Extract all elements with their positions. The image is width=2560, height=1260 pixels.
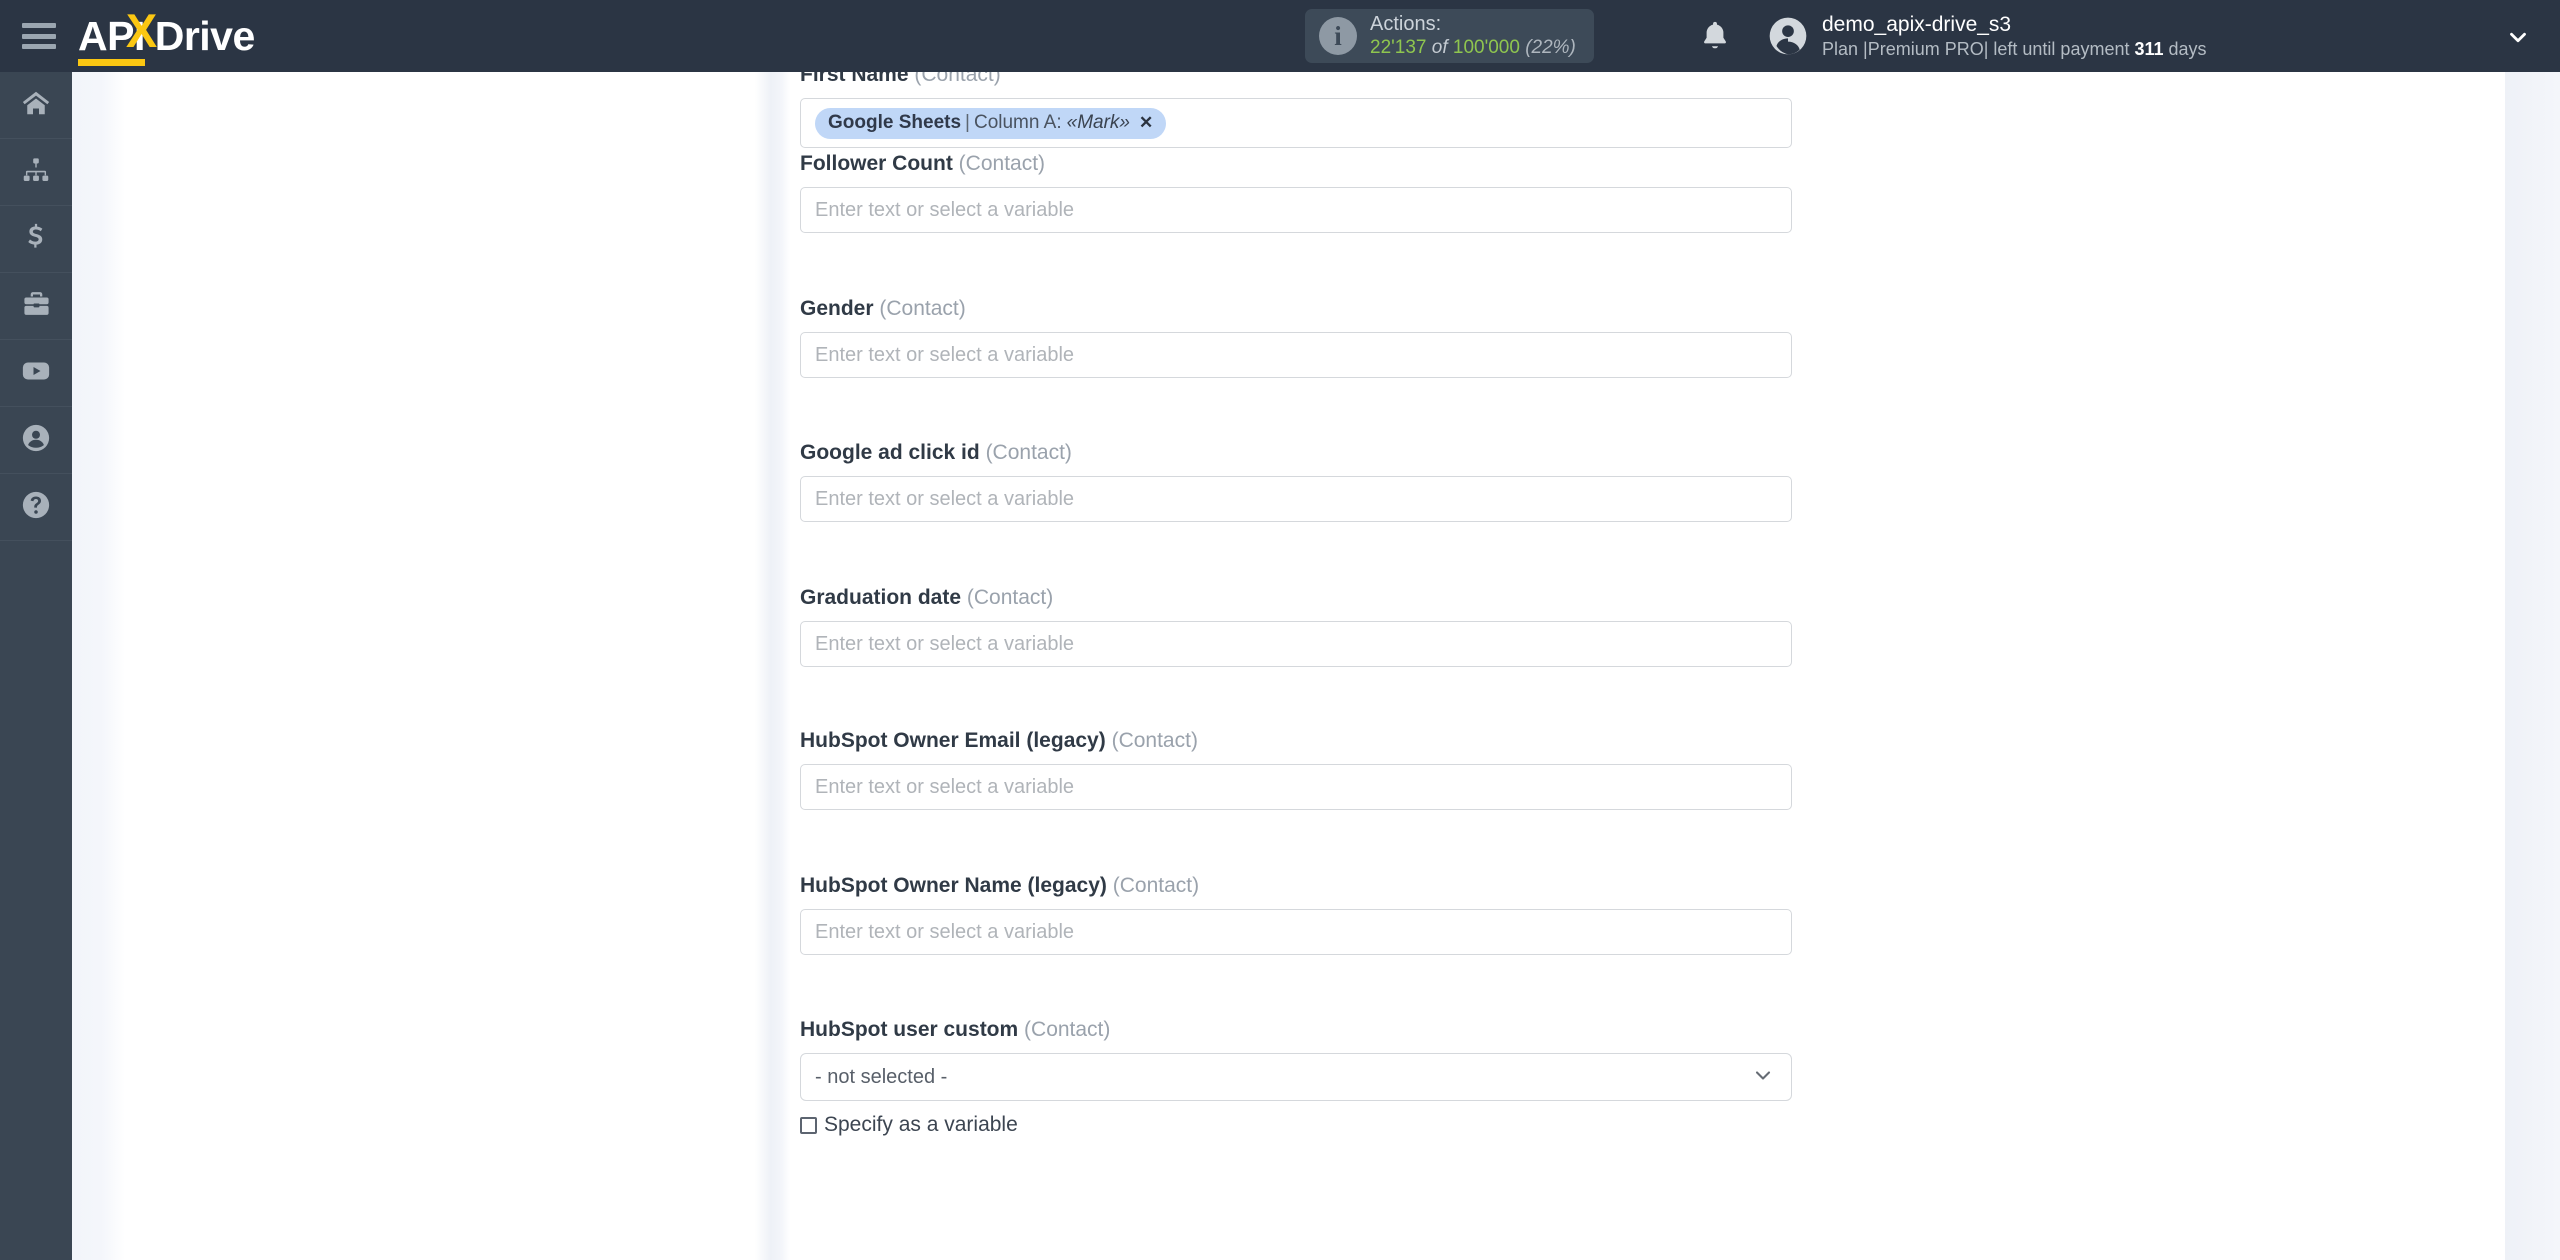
briefcase-icon (22, 289, 51, 323)
hubspot-user-custom-select[interactable]: - not selected - (800, 1053, 1792, 1101)
bell-icon[interactable] (1697, 18, 1733, 54)
variable-tag[interactable]: Google Sheets | Column A: «Mark» ✕ (815, 107, 1167, 139)
left-content-column (125, 72, 755, 1260)
chevron-down-icon[interactable] (2505, 24, 2531, 50)
left-gradient-strip (72, 72, 125, 1260)
field-label-text: HubSpot Owner Email (legacy) (800, 729, 1106, 752)
account-info[interactable]: demo_apix-drive_s3 Plan |Premium PRO| le… (1822, 12, 2207, 61)
actions-quota-box[interactable]: i Actions: 22'137 of 100'000 (22%) (1305, 9, 1594, 63)
tag-separator: | (965, 112, 970, 133)
field-label-text: HubSpot Owner Name (legacy) (800, 874, 1107, 897)
apix-drive-logo[interactable]: API X Drive (78, 4, 256, 66)
sidebar-item-connections[interactable] (0, 139, 72, 206)
field-label: HubSpot Owner Name (legacy) (Contact) (800, 875, 1792, 896)
actions-quota-text: Actions: 22'137 of 100'000 (22%) (1370, 13, 1576, 59)
select-selected-value: - not selected - (815, 1065, 948, 1088)
actions-of: of (1431, 36, 1448, 58)
field-label-text: Google ad click id (800, 441, 980, 464)
graduation-date-input[interactable]: Enter text or select a variable (800, 621, 1792, 667)
account-name: demo_apix-drive_s3 (1822, 13, 2012, 36)
field-object: (Contact) (1024, 1018, 1111, 1041)
gender-input[interactable]: Enter text or select a variable (800, 332, 1792, 378)
field-object: (Contact) (1112, 874, 1200, 897)
tag-value: «Mark» (1066, 112, 1130, 133)
field-label-text: Follower Count (800, 152, 953, 175)
field-hubspot-user-custom: HubSpot user custom (Contact) - not sele… (800, 1019, 1792, 1137)
info-icon: i (1319, 17, 1357, 55)
input-placeholder: Enter text or select a variable (815, 343, 1075, 366)
input-placeholder: Enter text or select a variable (815, 487, 1075, 510)
field-label-text: Graduation date (800, 586, 962, 609)
logo-x: X (125, 4, 157, 57)
field-object: (Contact) (985, 441, 1072, 464)
actions-values: 22'137 of 100'000 (22%) (1370, 37, 1576, 59)
input-placeholder: Enter text or select a variable (815, 775, 1075, 798)
field-label-text: HubSpot user custom (800, 1018, 1019, 1041)
tag-source: Google Sheets (828, 112, 962, 133)
top-header: API X Drive i Actions: 22'137 of 100'000… (0, 0, 2560, 72)
sidebar-item-video[interactable] (0, 340, 72, 407)
field-object: (Contact) (1111, 729, 1198, 752)
field-follower-count: Follower Count (Contact) Enter text or s… (800, 153, 1792, 233)
hubspot-owner-email-input[interactable]: Enter text or select a variable (800, 764, 1792, 810)
sidebar-item-billing[interactable] (0, 206, 72, 273)
specify-as-variable-checkbox[interactable] (800, 1116, 817, 1134)
user-circle-icon[interactable] (1768, 16, 1808, 56)
input-placeholder: Enter text or select a variable (815, 920, 1075, 943)
hamburger-bar (22, 23, 56, 28)
sitemap-icon (22, 156, 50, 189)
field-label-text: Gender (800, 297, 874, 320)
field-object: (Contact) (958, 152, 1046, 175)
close-icon[interactable]: ✕ (1139, 113, 1153, 133)
chevron-down-icon[interactable] (1751, 1063, 1775, 1092)
right-gradient-strip (2505, 72, 2560, 1260)
hamburger-icon[interactable] (22, 23, 56, 49)
sidebar-item-profile[interactable] (0, 407, 72, 474)
plan-suffix: days (2163, 39, 2207, 60)
plan-days: 311 (2134, 39, 2164, 60)
sidebar-item-business[interactable] (0, 273, 72, 340)
plan-prefix: Plan |Premium PRO| left until payment (1822, 39, 2135, 60)
field-first-name: First Name (Contact) Google Sheets | Colum… (800, 64, 1792, 148)
actions-label: Actions: (1370, 13, 1442, 35)
field-label: Gender (Contact) (800, 298, 1792, 319)
sidebar-item-home[interactable] (0, 72, 72, 139)
field-graduation-date: Graduation date (Contact) Enter text or … (800, 587, 1792, 667)
field-label: HubSpot Owner Email (legacy) (Contact) (800, 730, 1792, 751)
field-gender: Gender (Contact) Enter text or select a … (800, 298, 1792, 378)
field-object: (Contact) (966, 586, 1054, 609)
input-placeholder: Enter text or select a variable (815, 632, 1075, 655)
user-circle-icon (21, 423, 51, 458)
google-ad-click-id-input[interactable]: Enter text or select a variable (800, 476, 1792, 522)
actions-percent: (22%) (1525, 36, 1576, 58)
mid-gradient-strip (755, 72, 790, 1260)
hubspot-owner-name-input[interactable]: Enter text or select a variable (800, 909, 1792, 955)
input-placeholder: Enter text or select a variable (815, 198, 1075, 221)
field-label: HubSpot user custom (Contact) (800, 1019, 1792, 1040)
question-circle-icon (21, 490, 51, 525)
field-label: Follower Count (Contact) (800, 153, 1792, 174)
field-hubspot-owner-email: HubSpot Owner Email (legacy) (Contact) E… (800, 730, 1792, 810)
account-plan: Plan |Premium PRO| left until payment 31… (1822, 38, 2207, 61)
actions-used: 22'137 (1370, 36, 1427, 58)
specify-as-variable-label: Specify as a variable (824, 1113, 1018, 1136)
left-sidebar (0, 72, 72, 1260)
first-name-input[interactable]: Google Sheets | Column A: «Mark» ✕ (800, 98, 1792, 148)
field-label: Graduation date (Contact) (800, 587, 1792, 608)
field-google-ad-click-id: Google ad click id (Contact) Enter text … (800, 442, 1792, 522)
home-icon (21, 88, 51, 123)
follower-count-input[interactable]: Enter text or select a variable (800, 187, 1792, 233)
sidebar-item-help[interactable] (0, 474, 72, 541)
field-label: Google ad click id (Contact) (800, 442, 1792, 463)
hamburger-bar (22, 33, 56, 39)
field-object: (Contact) (879, 297, 966, 320)
actions-total: 100'000 (1452, 36, 1520, 58)
youtube-icon (21, 356, 51, 391)
specify-as-variable-row[interactable]: Specify as a variable (800, 1113, 1792, 1137)
logo-drive: Drive (154, 13, 256, 59)
field-hubspot-owner-name: HubSpot Owner Name (legacy) (Contact) En… (800, 875, 1792, 955)
tag-column: Column A: (973, 112, 1062, 133)
dollar-icon (21, 222, 51, 257)
hamburger-bar (22, 44, 56, 49)
